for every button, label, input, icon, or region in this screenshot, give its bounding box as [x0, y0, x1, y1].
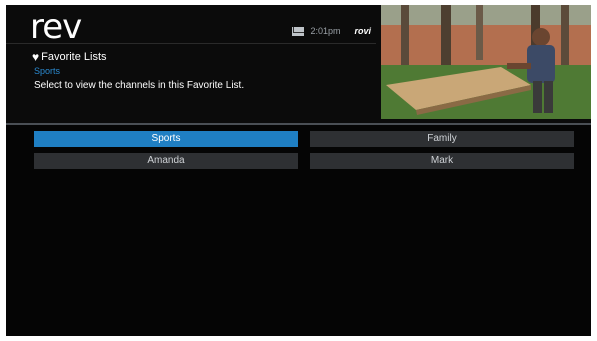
rovi-logo: rovi: [354, 26, 371, 36]
mail-icon: [292, 26, 305, 36]
favorite-list-button-amanda[interactable]: Amanda: [34, 153, 298, 169]
header-divider: [6, 43, 376, 44]
favorite-list-button-sports[interactable]: Sports: [34, 131, 298, 147]
rev-logo: rev: [30, 7, 82, 47]
header: rev 2:01pm rovi ♥ Favorite Lists Sports …: [6, 5, 591, 123]
status-bar: 2:01pm rovi: [292, 26, 371, 36]
instruction-text: Select to view the channels in this Favo…: [34, 80, 245, 91]
page-title-label: Favorite Lists: [41, 51, 107, 63]
favorite-list-button-family[interactable]: Family: [310, 131, 574, 147]
favorite-list-button-mark[interactable]: Mark: [310, 153, 574, 169]
page-title: ♥ Favorite Lists: [32, 51, 107, 63]
clock: 2:01pm: [310, 26, 341, 36]
live-video-preview: [381, 5, 591, 119]
header-separator: [6, 123, 591, 125]
tv-screen: rev 2:01pm rovi ♥ Favorite Lists Sports …: [6, 5, 591, 336]
heart-icon: ♥: [32, 50, 40, 64]
current-list-name: Sports: [34, 66, 61, 76]
